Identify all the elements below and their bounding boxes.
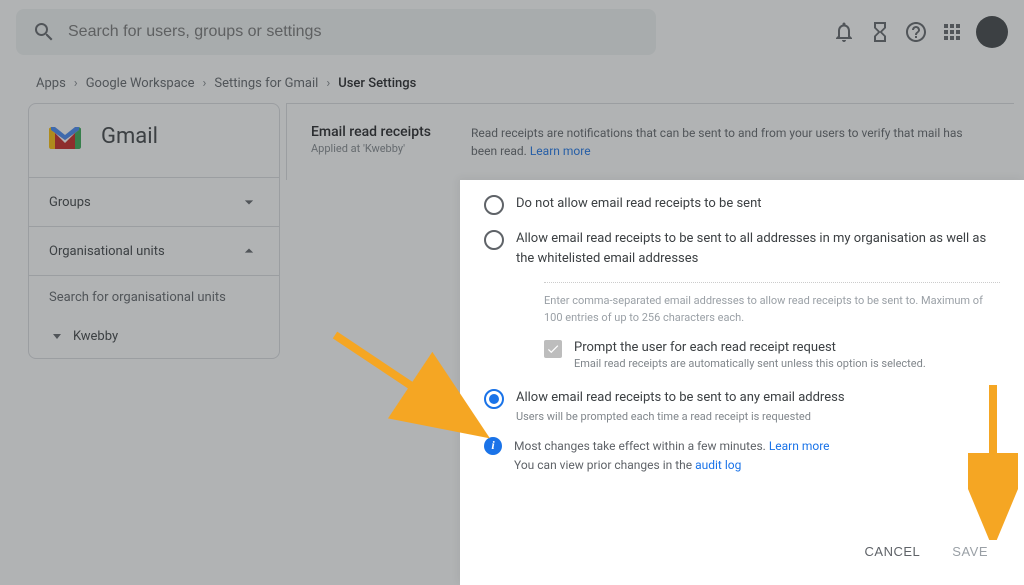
settings-learn-more-link[interactable]: Learn more [530,144,591,158]
info-text-line2: You can view prior changes in the [514,458,692,472]
divider [544,282,1000,283]
radio-icon [484,230,504,250]
info-learn-more-link[interactable]: Learn more [769,439,830,453]
chevron-down-icon [239,192,259,212]
sidebar-title: Gmail [101,124,158,149]
triangle-down-icon [53,334,61,339]
search-input[interactable] [68,23,640,41]
search-icon [32,20,56,44]
bell-icon[interactable] [832,20,856,44]
sidebar-groups-section[interactable]: Groups [29,177,279,226]
sidebar-org-units-label: Organisational units [49,244,165,259]
radio-selected-icon [484,389,504,409]
chevron-right-icon: › [74,76,78,91]
info-icon: i [484,437,502,455]
sidebar-header: Gmail [29,104,279,177]
checkbox-label: Prompt the user for each read receipt re… [574,340,926,355]
radio-label: Do not allow email read receipts to be s… [516,194,762,214]
chevron-right-icon: › [326,76,330,91]
help-icon[interactable] [904,20,928,44]
sidebar-ou-search[interactable]: Search for organisational units [29,275,279,319]
app-header [0,0,1024,64]
settings-card: Email read receipts Applied at 'Kwebby' … [286,103,1014,180]
avatar[interactable] [976,16,1008,48]
radio-icon [484,195,504,215]
info-text-line1: Most changes take effect within a few mi… [514,439,766,453]
settings-title: Email read receipts [311,124,471,140]
hourglass-icon[interactable] [868,20,892,44]
settings-panel: Do not allow email read receipts to be s… [460,180,1024,585]
breadcrumb: Apps › Google Workspace › Settings for G… [0,64,1024,103]
sidebar: Gmail Groups Organisational units Search… [28,103,280,359]
radio-label: Allow email read receipts to be sent to … [516,229,1000,268]
whitelist-indent-block: Enter comma-separated email addresses to… [544,282,1000,370]
whitelist-helper-text: Enter comma-separated email addresses to… [544,293,1000,326]
chevron-right-icon: › [203,76,207,91]
checkbox-sublabel: Email read receipts are automatically se… [574,357,926,370]
radio-option-any-address[interactable]: Allow email read receipts to be sent to … [484,388,1000,423]
info-row: i Most changes take effect within a few … [484,437,1000,475]
panel-footer: CANCEL SAVE [484,518,1000,585]
save-button[interactable]: SAVE [948,536,992,567]
search-box[interactable] [16,9,656,55]
radio-label: Allow email read receipts to be sent to … [516,388,845,408]
sidebar-groups-label: Groups [49,195,91,210]
breadcrumb-item-gmail-settings[interactable]: Settings for Gmail [214,76,318,91]
org-unit-name: Kwebby [73,329,118,344]
cancel-button[interactable]: CANCEL [861,536,925,567]
apps-grid-icon[interactable] [940,20,964,44]
radio-option-disallow[interactable]: Do not allow email read receipts to be s… [484,194,1000,215]
org-unit-row[interactable]: Kwebby [29,319,279,358]
breadcrumb-current: User Settings [338,76,416,91]
breadcrumb-item-apps[interactable]: Apps [36,76,66,91]
radio-sublabel: Users will be prompted each time a read … [516,410,845,423]
settings-applied-at: Applied at 'Kwebby' [311,142,471,155]
sidebar-org-units-section[interactable]: Organisational units [29,226,279,275]
radio-option-org-whitelist[interactable]: Allow email read receipts to be sent to … [484,229,1000,268]
chevron-up-icon [239,241,259,261]
audit-log-link[interactable]: audit log [695,458,741,472]
gmail-logo-icon [49,125,81,149]
prompt-checkbox-row[interactable]: Prompt the user for each read receipt re… [544,340,1000,370]
header-icons [832,0,1008,64]
breadcrumb-item-workspace[interactable]: Google Workspace [86,76,195,91]
checkbox-checked-icon [544,340,562,358]
